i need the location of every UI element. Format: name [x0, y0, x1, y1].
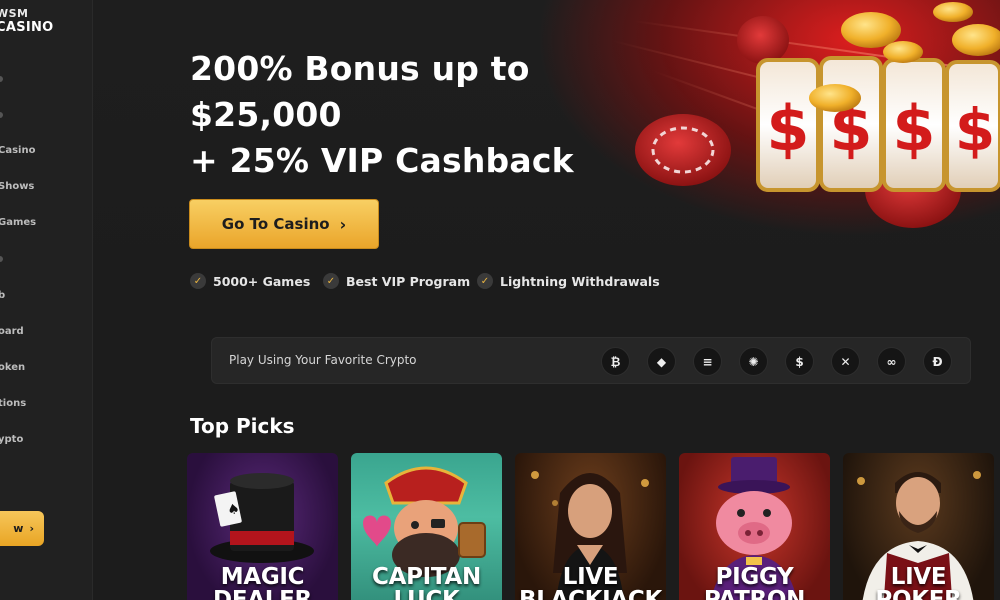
bitcoin-icon[interactable]: ₿	[601, 347, 630, 376]
solana-icon[interactable]: ≡	[693, 347, 722, 376]
game-card-piggy-patron[interactable]: PIGGY PATRON	[679, 453, 830, 600]
game-card-live-blackjack[interactable]: LIVE BLACKJACK	[515, 453, 666, 600]
sidebar: WSM CASINO Casino Shows Games b oard oke…	[0, 0, 93, 600]
feature-item: ✓ 5000+ Games	[190, 273, 310, 289]
xrp-icon[interactable]: ✕	[831, 347, 860, 376]
game-card-title: CAPITAN LUCK	[372, 564, 481, 600]
crypto-payment-bar: Play Using Your Favorite Crypto ₿ ◆ ≡ ✺ …	[211, 337, 971, 384]
logo-text-top: WSM	[0, 7, 29, 20]
hero-headline: 200% Bonus up to $25,000 + 25% VIP Cashb…	[190, 46, 574, 184]
check-icon: ✓	[323, 273, 339, 289]
top-picks-heading: Top Picks	[190, 414, 295, 438]
dogecoin-icon[interactable]: Đ	[923, 347, 952, 376]
game-card-magic-dealer[interactable]: ♠ MAGIC DEALER	[187, 453, 338, 600]
svg-text:$: $	[955, 96, 995, 164]
go-to-casino-button[interactable]: Go To Casino ›	[189, 199, 379, 249]
headline-line-2: $25,000	[190, 95, 342, 134]
page: $ $ $ $ WSM CASINO Casino Shows Games b …	[0, 0, 1000, 600]
check-icon: ✓	[477, 273, 493, 289]
game-card-title: LIVE POKER	[875, 564, 962, 600]
game-card-title: PIGGY PATRON	[703, 564, 806, 600]
game-card-title: MAGIC DEALER	[213, 564, 312, 600]
feature-item: ✓ Lightning Withdrawals	[477, 273, 660, 289]
sidebar-item-leaderboard[interactable]: oard	[0, 326, 24, 337]
sidebar-item-token[interactable]: oken	[0, 362, 25, 373]
logo-text-bottom: CASINO	[0, 20, 54, 35]
headline-line-1: 200% Bonus up to	[190, 49, 530, 88]
feature-item: ✓ Best VIP Program	[323, 273, 470, 289]
cardano-icon[interactable]: ✺	[739, 347, 768, 376]
nav-icon	[0, 76, 3, 82]
sidebar-cta-label: w	[13, 522, 24, 535]
game-card-capitan-luck[interactable]: CAPITAN LUCK	[351, 453, 502, 600]
svg-text:$: $	[892, 92, 935, 165]
sidebar-cta-button[interactable]: w ›	[0, 511, 44, 546]
headline-line-3: + 25% VIP Cashback	[190, 141, 574, 180]
feature-label: 5000+ Games	[213, 273, 311, 289]
go-to-casino-label: Go To Casino	[221, 215, 330, 233]
sidebar-item-casino[interactable]: Casino	[0, 145, 35, 156]
sidebar-item-games[interactable]: Games	[0, 217, 36, 228]
nav-icon	[0, 112, 3, 118]
check-icon: ✓	[190, 273, 206, 289]
sidebar-item-promotions[interactable]: tions	[0, 398, 26, 409]
chevron-right-icon: ›	[339, 214, 347, 234]
sidebar-item-crypto[interactable]: ypto	[0, 434, 23, 445]
slot-reels-illustration: $ $ $ $	[635, 2, 1000, 228]
sidebar-item-club[interactable]: b	[0, 290, 5, 301]
nav-icon	[0, 256, 3, 262]
feature-label: Best VIP Program	[346, 273, 471, 289]
brand-logo[interactable]: WSM CASINO	[0, 8, 54, 34]
ethereum-icon[interactable]: ◆	[647, 347, 676, 376]
sidebar-item-shows[interactable]: Shows	[0, 181, 34, 192]
usdc-icon[interactable]: $	[785, 347, 814, 376]
game-card-live-poker[interactable]: LIVE POKER	[843, 453, 994, 600]
chainlink-icon[interactable]: ∞	[877, 347, 906, 376]
chevron-right-icon: ›	[29, 522, 34, 535]
svg-text:$: $	[766, 92, 809, 165]
crypto-bar-label: Play Using Your Favorite Crypto	[229, 353, 417, 367]
feature-label: Lightning Withdrawals	[500, 273, 660, 289]
game-card-title: LIVE BLACKJACK	[518, 564, 663, 600]
